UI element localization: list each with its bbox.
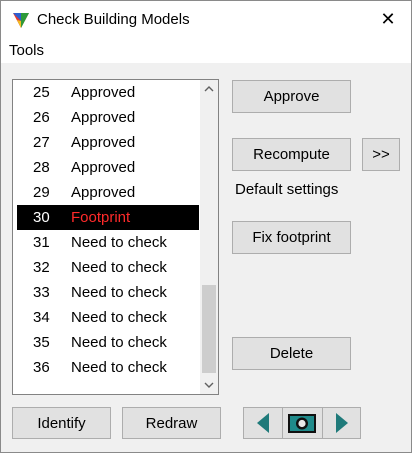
list-item-status: Need to check — [71, 284, 167, 301]
identify-button[interactable]: Identify — [12, 407, 111, 439]
building-list[interactable]: 25 Approved 26 Approved 27 Approved 28 Approved… — [12, 79, 219, 395]
default-settings-label: Default settings — [235, 181, 339, 198]
list-item-status: Need to check — [71, 259, 167, 276]
list-item-number: 29 — [33, 184, 50, 201]
menu-bar: Tools — [1, 38, 411, 63]
list-item[interactable]: 30 Footprint — [17, 205, 199, 230]
arrow-right-icon — [336, 413, 348, 433]
list-item[interactable]: 26 Approved — [17, 105, 199, 130]
delete-button[interactable]: Delete — [232, 337, 351, 370]
list-item-status: Need to check — [71, 309, 167, 326]
list-item-status: Need to check — [71, 359, 167, 376]
recompute-button[interactable]: Recompute — [232, 138, 351, 171]
scroll-thumb[interactable] — [202, 285, 216, 373]
list-item-number: 32 — [33, 259, 50, 276]
list-item[interactable]: 25 Approved — [17, 80, 199, 105]
camera-button[interactable] — [283, 408, 321, 438]
list-item[interactable]: 27 Approved — [17, 130, 199, 155]
menu-tools[interactable]: Tools — [9, 42, 44, 59]
list-item-status: Approved — [71, 184, 136, 201]
scroll-down-button[interactable] — [200, 376, 218, 394]
list-item-status: Footprint — [71, 209, 131, 226]
list-item-number: 26 — [33, 109, 50, 126]
list-item[interactable]: 29 Approved — [17, 180, 199, 205]
list-item[interactable]: 28 Approved — [17, 155, 199, 180]
list-item[interactable]: 36 Need to check — [17, 355, 199, 380]
title-bar: Check Building Models ✕ — [1, 1, 411, 38]
list-item[interactable]: 35 Need to check — [17, 330, 199, 355]
chevron-up-icon — [204, 86, 214, 92]
list-item-status: Need to check — [71, 334, 167, 351]
list-item-number: 35 — [33, 334, 50, 351]
scroll-up-button[interactable] — [200, 80, 218, 98]
more-options-button[interactable]: >> — [362, 138, 400, 171]
navigation-group — [243, 407, 361, 439]
camera-icon — [288, 414, 316, 433]
list-item-number: 25 — [33, 84, 50, 101]
fix-footprint-button[interactable]: Fix footprint — [232, 221, 351, 254]
list-item-status: Approved — [71, 159, 136, 176]
list-item-number: 36 — [33, 359, 50, 376]
close-button[interactable]: ✕ — [365, 1, 411, 38]
arrow-left-icon — [257, 413, 269, 433]
dialog-window: Check Building Models ✕ Tools 25 Approved… — [0, 0, 412, 453]
list-rows: 25 Approved 26 Approved 27 Approved 28 Approved… — [14, 80, 201, 380]
list-item[interactable]: 32 Need to check — [17, 255, 199, 280]
list-item-status: Approved — [71, 134, 136, 151]
close-icon: ✕ — [380, 9, 396, 29]
previous-button[interactable] — [244, 408, 282, 438]
triangle-logo-icon — [13, 13, 29, 28]
list-item-number: 31 — [33, 234, 50, 251]
list-item-number: 30 — [33, 209, 50, 226]
list-item-number: 34 — [33, 309, 50, 326]
list-item[interactable]: 34 Need to check — [17, 305, 199, 330]
chevron-down-icon — [204, 382, 214, 388]
list-item-number: 27 — [33, 134, 50, 151]
list-item[interactable]: 31 Need to check — [17, 230, 199, 255]
window-title: Check Building Models — [37, 11, 190, 28]
list-item-number: 33 — [33, 284, 50, 301]
list-item[interactable]: 33 Need to check — [17, 280, 199, 305]
list-item-status: Need to check — [71, 234, 167, 251]
redraw-button[interactable]: Redraw — [122, 407, 221, 439]
next-button[interactable] — [323, 408, 361, 438]
list-item-status: Approved — [71, 84, 136, 101]
approve-button[interactable]: Approve — [232, 80, 351, 113]
list-scrollbar[interactable] — [200, 80, 218, 394]
list-item-number: 28 — [33, 159, 50, 176]
list-item-status: Approved — [71, 109, 136, 126]
